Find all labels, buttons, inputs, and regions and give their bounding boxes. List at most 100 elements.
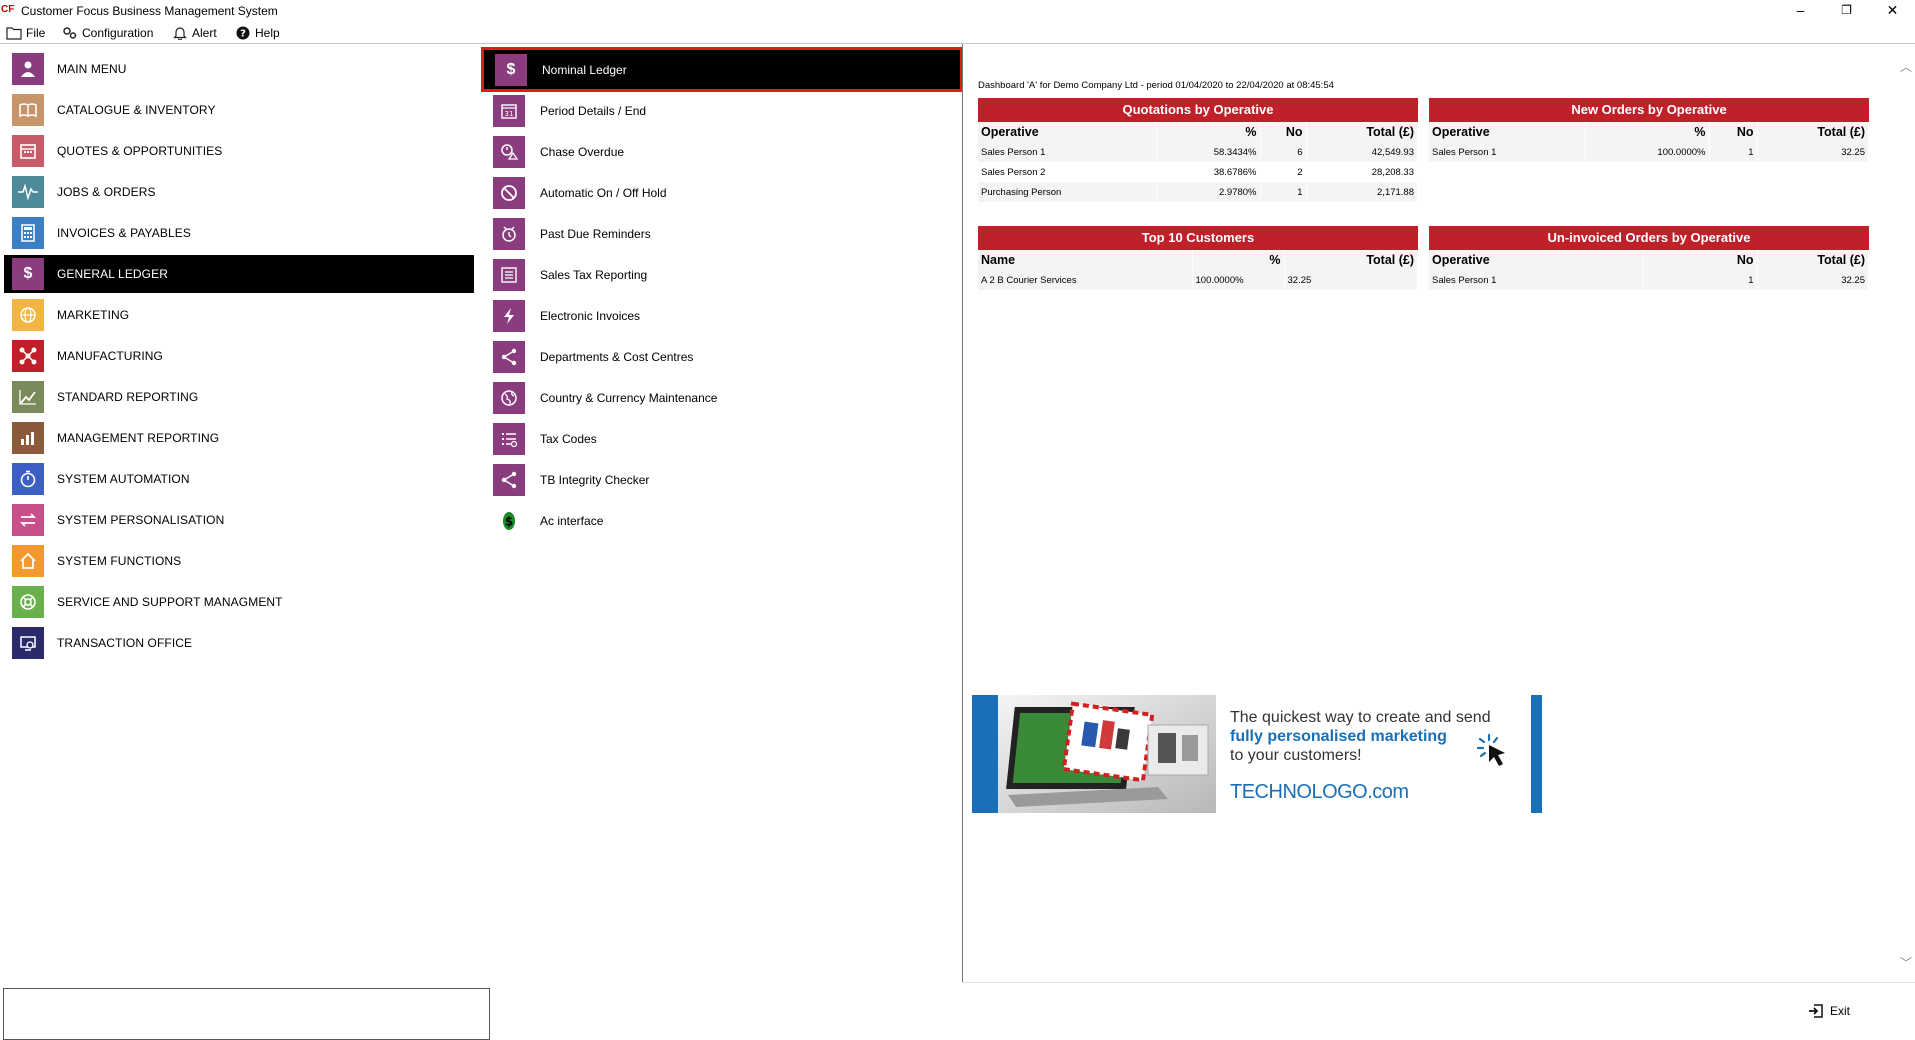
submenu-departments[interactable]: Departments & Cost Centres <box>482 337 962 376</box>
cell: Purchasing Person <box>978 182 1157 202</box>
chase-icon <box>493 135 525 168</box>
nav-item-catalogue[interactable]: CATALOGUE & INVENTORY <box>4 91 474 129</box>
nav-item-service-support[interactable]: SERVICE AND SUPPORT MANAGMENT <box>4 583 474 621</box>
submenu-past-due[interactable]: Past Due Reminders <box>482 214 962 253</box>
submenu-label: Sales Tax Reporting <box>540 267 648 282</box>
nav-item-marketing[interactable]: MARKETING <box>4 296 474 334</box>
nav-label: JOBS & ORDERS <box>57 185 156 199</box>
minimize-button[interactable]: – <box>1778 0 1823 22</box>
submenu-label: Ac interface <box>540 513 604 528</box>
nav-label: GENERAL LEDGER <box>57 267 168 281</box>
menu-configuration-label: Configuration <box>82 26 154 40</box>
submenu-period-details[interactable]: 31 Period Details / End <box>482 91 962 130</box>
pulse-icon <box>12 176 44 208</box>
column-header: Operative <box>1429 122 1586 142</box>
nav-item-system-functions[interactable]: SYSTEM FUNCTIONS <box>4 542 474 580</box>
submenu-tb-integrity[interactable]: TB Integrity Checker <box>482 460 962 499</box>
submenu-label: Past Due Reminders <box>540 226 651 241</box>
widget-title: Un-invoiced Orders by Operative <box>1429 226 1869 250</box>
menu-help-label: Help <box>255 26 280 40</box>
nav-label: CATALOGUE & INVENTORY <box>57 103 216 117</box>
bolt-icon <box>493 299 525 332</box>
cell: A 2 B Courier Services <box>978 270 1193 290</box>
nav-label: QUOTES & OPPORTUNITIES <box>57 144 223 158</box>
submenu-electronic-invoices[interactable]: Electronic Invoices <box>482 296 962 335</box>
menu-alert[interactable]: Alert <box>172 25 217 41</box>
table-row[interactable]: Purchasing Person 2.9780% 1 2,171.88 <box>978 182 1418 202</box>
nav-item-standard-reporting[interactable]: STANDARD REPORTING <box>4 378 474 416</box>
menu-configuration[interactable]: Configuration <box>62 25 153 41</box>
uninvoiced-table: Operative No Total (£) Sales Person 1 1 … <box>1429 250 1869 290</box>
footer-divider <box>962 982 1915 983</box>
cell: 1 <box>1709 142 1758 162</box>
svg-text:$: $ <box>505 514 513 528</box>
column-header: Total (£) <box>1757 122 1869 142</box>
nav-label: INVOICES & PAYABLES <box>57 226 191 240</box>
submenu-country-currency[interactable]: Country & Currency Maintenance <box>482 378 962 417</box>
tax-list-icon <box>493 422 525 455</box>
cell: 1 <box>1643 270 1758 290</box>
submenu-chase-overdue[interactable]: Chase Overdue <box>482 132 962 171</box>
ledger-submenu: $ Nominal Ledger 31 Period Details / End… <box>481 47 963 987</box>
submenu-ac-interface[interactable]: $ Ac interface <box>482 501 962 540</box>
menu-bar: File Configuration Alert ? Help <box>0 22 1915 44</box>
technologo-banner[interactable]: The quickest way to create and send full… <box>972 695 1542 813</box>
widget-title: New Orders by Operative <box>1429 98 1869 122</box>
submenu-tax-codes[interactable]: Tax Codes <box>482 419 962 458</box>
flow-icon <box>12 340 44 372</box>
nav-item-general-ledger[interactable]: $ GENERAL LEDGER <box>4 255 474 293</box>
nav-item-system-personalisation[interactable]: SYSTEM PERSONALISATION <box>4 501 474 539</box>
nav-item-management-reporting[interactable]: MANAGEMENT REPORTING <box>4 419 474 457</box>
column-header: No <box>1709 122 1758 142</box>
nav-label: MANUFACTURING <box>57 349 163 363</box>
svg-text:?: ? <box>240 29 246 40</box>
submenu-auto-hold[interactable]: Automatic On / Off Hold <box>482 173 962 212</box>
cell: 100.0000% <box>1585 142 1710 162</box>
submenu-nominal-ledger[interactable]: $ Nominal Ledger <box>481 47 963 92</box>
table-row[interactable]: Sales Person 2 38.6786% 2 28,208.33 <box>978 162 1418 182</box>
cell: Sales Person 1 <box>1429 270 1644 290</box>
nav-item-manufacturing[interactable]: MANUFACTURING <box>4 337 474 375</box>
exit-button[interactable]: Exit <box>1808 1004 1850 1018</box>
nav-label: SYSTEM PERSONALISATION <box>57 513 225 527</box>
gears-icon <box>63 27 77 39</box>
brand-name: TECHNOLOGO <box>1230 781 1368 803</box>
menu-file[interactable]: File <box>6 25 45 41</box>
nav-item-system-automation[interactable]: SYSTEM AUTOMATION <box>4 460 474 498</box>
restore-button[interactable]: ❐ <box>1824 0 1869 22</box>
money-icon: $ <box>493 505 525 537</box>
cell: Sales Person 1 <box>978 142 1157 162</box>
menu-help[interactable]: ? Help <box>235 25 280 41</box>
dollar-icon: $ <box>12 258 44 290</box>
table-row[interactable]: Sales Person 1 58.3434% 6 42,549.93 <box>978 142 1418 162</box>
cell: 42,549.93 <box>1306 142 1418 162</box>
new-orders-widget: New Orders by Operative Operative % No T… <box>1429 98 1869 162</box>
cell: Sales Person 2 <box>978 162 1157 182</box>
nav-item-quotes[interactable]: QUOTES & OPPORTUNITIES <box>4 132 474 170</box>
submenu-label: Departments & Cost Centres <box>540 349 694 364</box>
table-row[interactable]: A 2 B Courier Services 100.0000% 32.25 <box>978 270 1418 290</box>
app-logo: CF <box>1 4 15 15</box>
close-button[interactable]: ✕ <box>1870 0 1915 22</box>
nav-item-main-menu[interactable]: MAIN MENU <box>4 50 474 88</box>
nav-item-jobs[interactable]: JOBS & ORDERS <box>4 173 474 211</box>
cell: Sales Person 1 <box>1429 142 1586 162</box>
table-row[interactable]: Sales Person 1 100.0000% 1 32.25 <box>1429 142 1869 162</box>
nav-label: MARKETING <box>57 308 130 322</box>
nav-item-transaction-office[interactable]: TRANSACTION OFFICE <box>4 624 474 662</box>
table-row[interactable]: Sales Person 1 1 32.25 <box>1429 270 1869 290</box>
title-bar: CF Customer Focus Business Management Sy… <box>0 0 1915 22</box>
swap-icon <box>12 504 44 536</box>
window-title: Customer Focus Business Management Syste… <box>21 4 278 18</box>
scroll-down-icon[interactable]: ﹀ <box>1900 954 1912 971</box>
list-icon <box>493 258 525 291</box>
laptop-image <box>998 695 1216 813</box>
person-icon <box>12 53 44 85</box>
scroll-up-icon[interactable]: ︿ <box>1900 58 1912 75</box>
banner-highlight: fully personalised marketing <box>1230 728 1447 745</box>
nav-item-invoices[interactable]: INVOICES & PAYABLES <box>4 214 474 252</box>
nav-label: SYSTEM FUNCTIONS <box>57 554 182 568</box>
submenu-sales-tax[interactable]: Sales Tax Reporting <box>482 255 962 294</box>
widget-title: Quotations by Operative <box>978 98 1418 122</box>
cell: 2,171.88 <box>1306 182 1418 202</box>
